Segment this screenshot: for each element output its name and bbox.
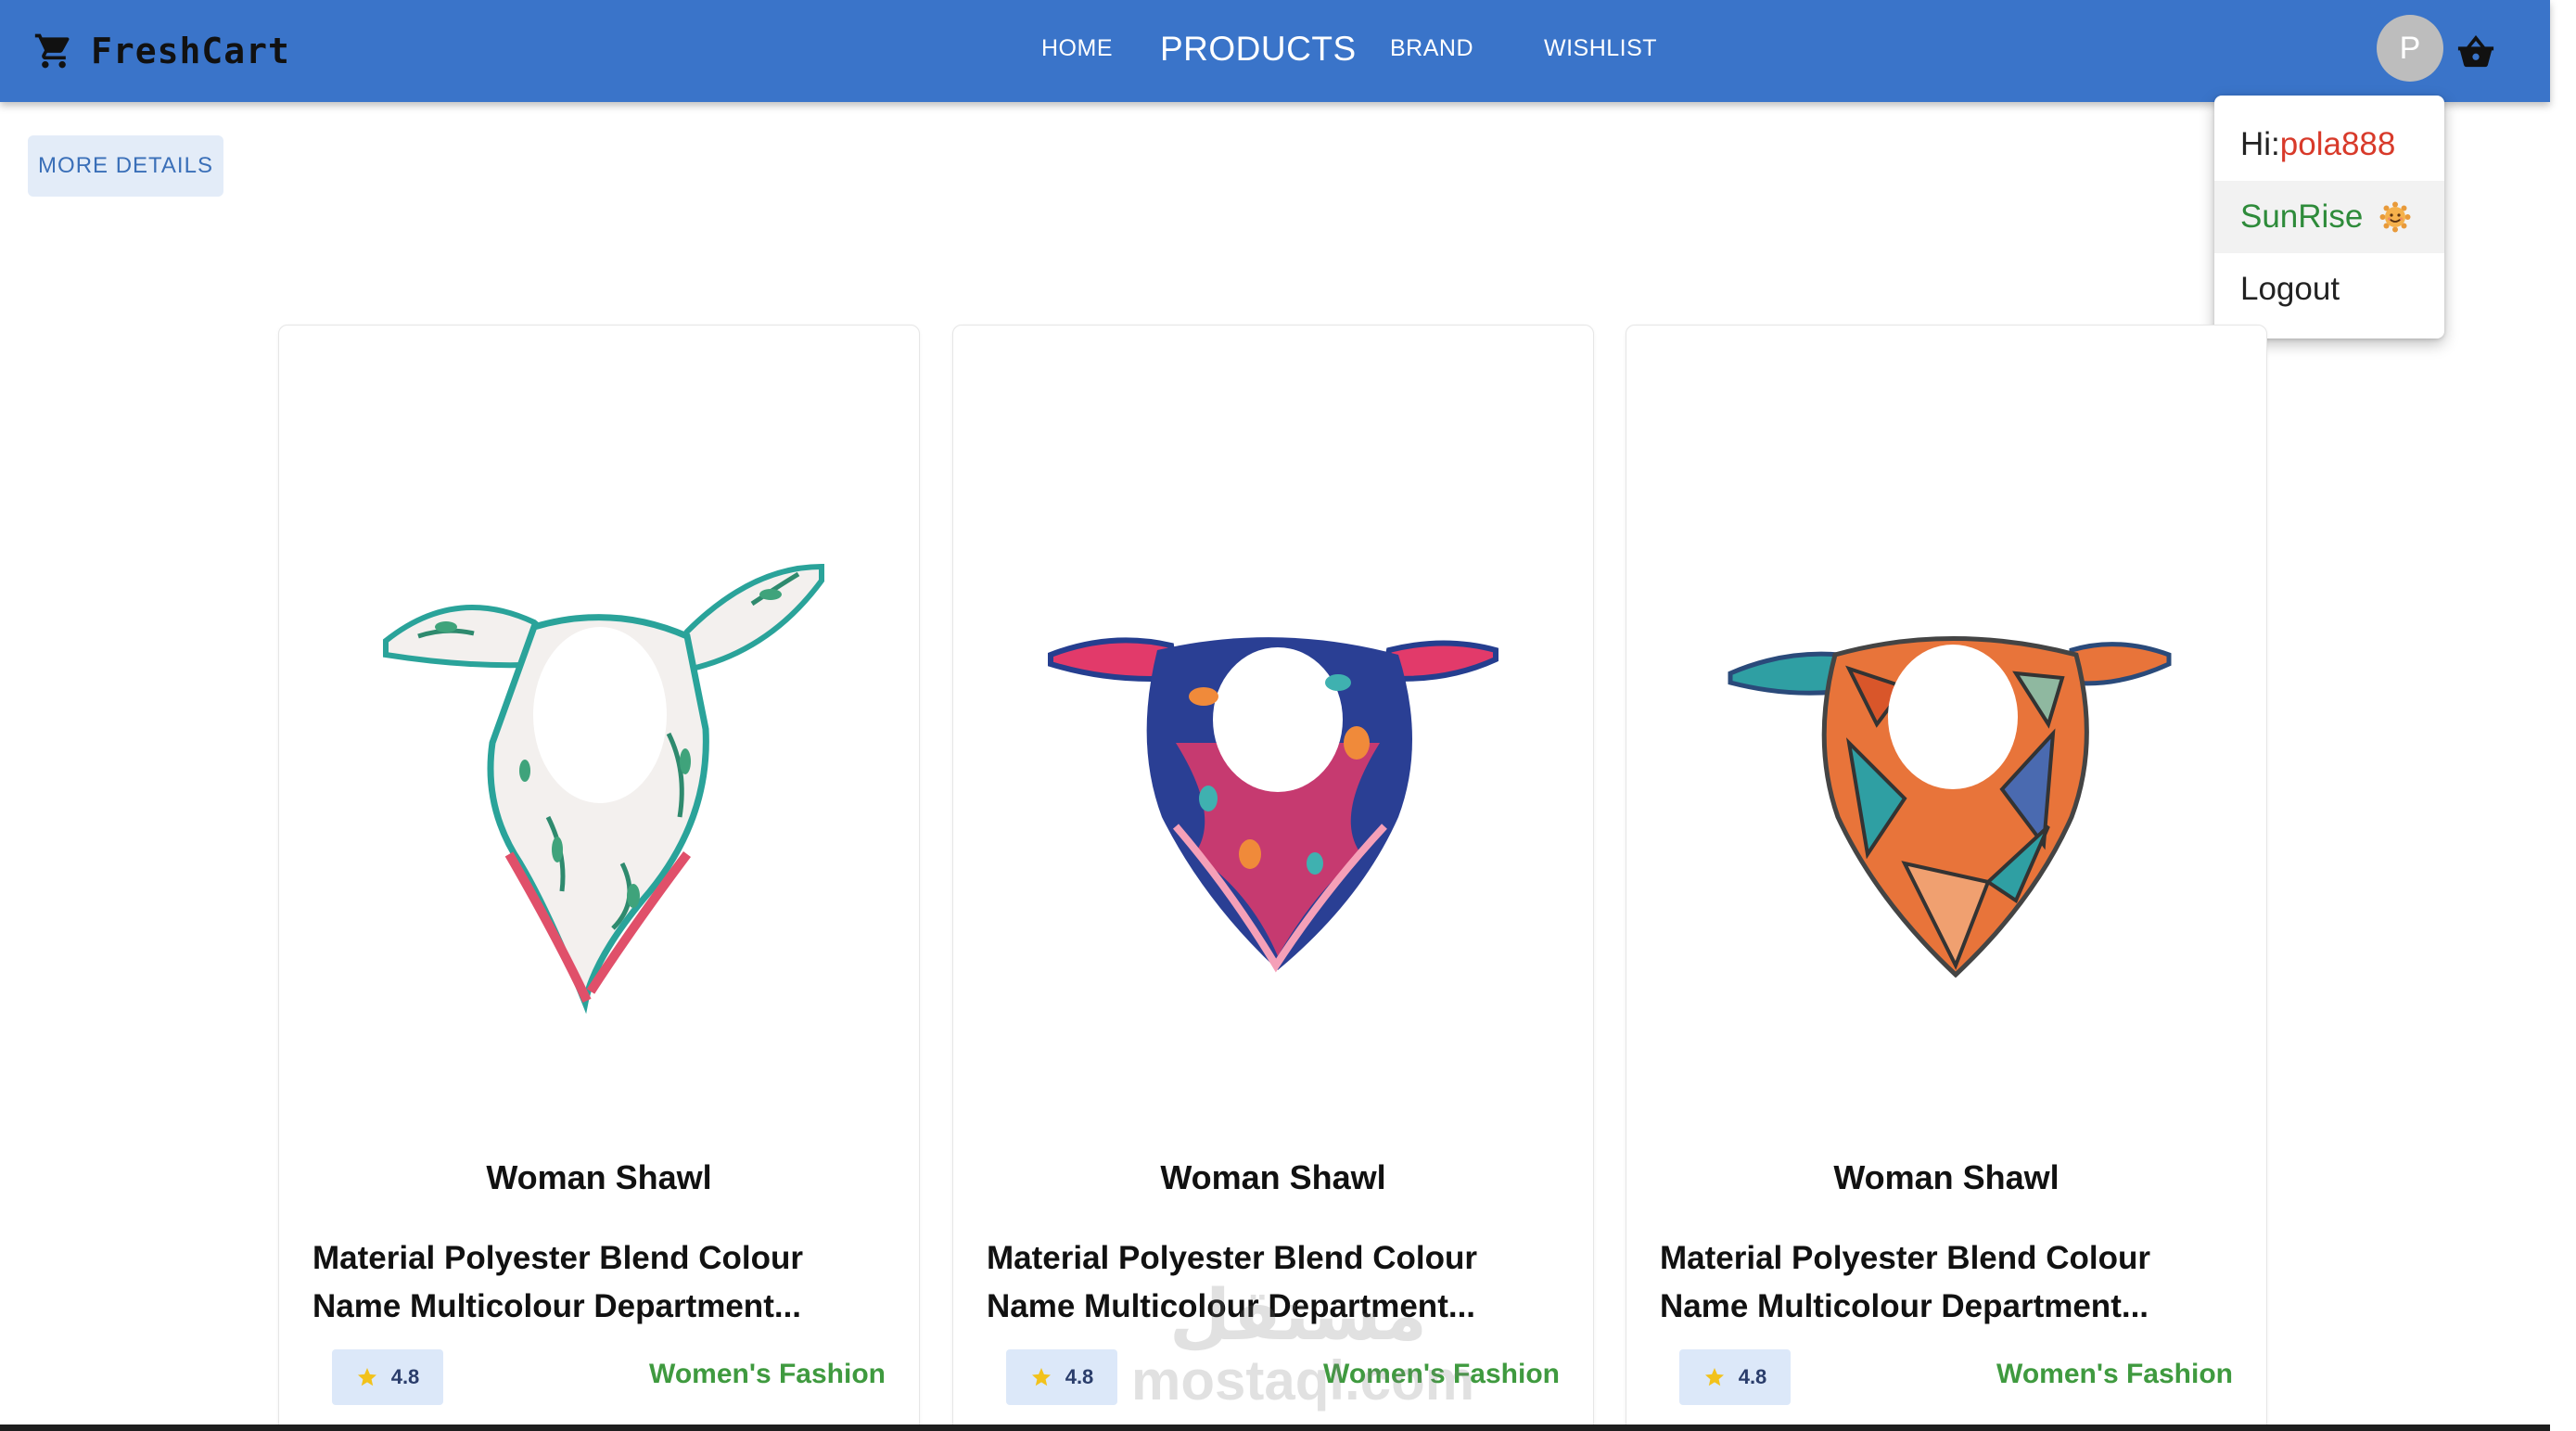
window-bottom-edge <box>0 1425 2550 1431</box>
product-description: Material Polyester Blend Colour Name Mul… <box>312 1240 804 1324</box>
greeting-username: pola888 <box>2279 126 2396 162</box>
product-category[interactable]: Women's Fashion <box>1323 1359 1560 1390</box>
star-icon <box>1031 1368 1051 1386</box>
rating-value: 4.8 <box>390 1365 420 1388</box>
star-icon <box>1704 1368 1724 1386</box>
product-card[interactable]: Woman Shawl Material Polyester Blend Col… <box>1626 325 2267 1431</box>
menu-greeting: Hi: pola888 <box>2214 109 2444 181</box>
cart-icon <box>34 33 70 69</box>
menu-item-logout[interactable]: Logout <box>2214 253 2444 326</box>
avatar[interactable]: P <box>2377 15 2443 82</box>
product-title: Woman Shawl <box>486 1158 712 1196</box>
app-bar: FreshCart HOME PRODUCTS BRAND WISHLIST P <box>0 0 2550 102</box>
star-icon <box>357 1368 376 1386</box>
page: FreshCart HOME PRODUCTS BRAND WISHLIST P… <box>0 0 2576 1431</box>
brand-logo[interactable]: FreshCart <box>33 26 290 76</box>
brand-name: FreshCart <box>91 31 290 71</box>
product-title: Woman Shawl <box>1160 1158 1386 1196</box>
rating-value: 4.8 <box>1738 1365 1767 1388</box>
basket-icon[interactable] <box>2455 32 2496 69</box>
product-description: Material Polyester Blend Colour Name Mul… <box>987 1240 1478 1324</box>
product-category[interactable]: Women's Fashion <box>649 1359 886 1390</box>
navy-pink-floral-scarf-image <box>1048 637 1498 973</box>
menu-item-sunrise[interactable]: SunRise <box>2214 181 2444 253</box>
nav-products[interactable]: PRODUCTS <box>1160 0 1357 97</box>
greeting-prefix: Hi: <box>2240 126 2280 162</box>
nav-wishlist[interactable]: WISHLIST <box>1544 0 1657 97</box>
smiling-sun-icon <box>2379 201 2411 233</box>
rating-badge: 4.8 <box>1006 1349 1117 1405</box>
white-floral-scarf-image <box>383 563 824 1015</box>
rating-badge: 4.8 <box>1679 1349 1791 1405</box>
product-description: Material Polyester Blend Colour Name Mul… <box>1660 1240 2151 1324</box>
product-title: Woman Shawl <box>1833 1158 2060 1196</box>
nav-home[interactable]: HOME <box>1041 0 1113 97</box>
more-details-button[interactable]: MORE DETAILS <box>28 135 223 197</box>
user-menu: Hi: pola888 SunRise Logout <box>2214 96 2444 339</box>
product-card[interactable]: Woman Shawl Material Polyester Blend Col… <box>278 325 920 1431</box>
rating-value: 4.8 <box>1065 1365 1094 1388</box>
sunrise-label: SunRise <box>2240 198 2364 235</box>
rating-badge: 4.8 <box>332 1349 443 1405</box>
orange-teal-geometric-scarf-image <box>1728 636 2172 978</box>
product-card[interactable]: Woman Shawl Material Polyester Blend Col… <box>952 325 1594 1431</box>
product-category[interactable]: Women's Fashion <box>1996 1359 2233 1390</box>
nav-brand[interactable]: BRAND <box>1390 0 1473 97</box>
